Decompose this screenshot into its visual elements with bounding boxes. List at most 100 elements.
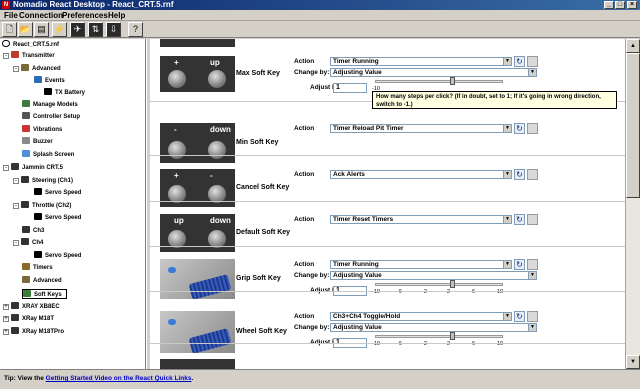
refresh-icon[interactable]: ↻ bbox=[514, 311, 525, 322]
menu-connection[interactable]: Connection bbox=[19, 11, 63, 20]
reset-icon[interactable] bbox=[527, 56, 538, 67]
softkey-name: Max Soft Key bbox=[236, 70, 280, 77]
action-select[interactable]: Ack Alerts ▼ bbox=[330, 170, 512, 179]
tree-item[interactable]: Soft Keys bbox=[22, 289, 67, 299]
menu-help[interactable]: Help bbox=[108, 11, 125, 20]
tree-root[interactable]: React_CRT.5.rnf bbox=[2, 40, 59, 50]
tree-item[interactable]: Servo Speed bbox=[34, 251, 81, 261]
scroll-down-icon[interactable]: ▼ bbox=[626, 355, 640, 369]
reset-icon[interactable] bbox=[527, 259, 538, 270]
action-select[interactable]: Timer Running ▼ bbox=[330, 57, 512, 66]
adjust-slider[interactable] bbox=[375, 332, 503, 340]
tree-item[interactable]: - Ch4 bbox=[13, 238, 43, 248]
transmitter-icon[interactable]: ✈ bbox=[70, 22, 85, 37]
expand-icon[interactable]: - bbox=[3, 165, 9, 171]
maximize-button[interactable]: □ bbox=[615, 1, 625, 9]
menu-file[interactable]: File bbox=[4, 11, 18, 20]
action-select[interactable]: Timer Running ▼ bbox=[330, 260, 512, 269]
chevron-down-icon[interactable]: ▼ bbox=[503, 216, 511, 223]
tree-item[interactable]: Servo Speed bbox=[34, 188, 81, 198]
chevron-down-icon[interactable]: ▼ bbox=[503, 58, 511, 65]
slider-thumb[interactable] bbox=[449, 332, 455, 340]
scroll-up-icon[interactable]: ▲ bbox=[626, 39, 640, 53]
tree-item[interactable]: + XRay M18T bbox=[3, 314, 54, 324]
tree-item[interactable]: + XRAY XB8EC bbox=[3, 302, 60, 312]
tree-item[interactable]: Timers bbox=[22, 263, 53, 273]
chevron-down-icon[interactable]: ▼ bbox=[528, 69, 536, 76]
tree-item[interactable]: TX Battery bbox=[44, 88, 85, 98]
reset-icon[interactable] bbox=[527, 123, 538, 134]
tree-item[interactable]: - Jammin CRT.5 bbox=[3, 163, 63, 173]
change-by-select[interactable]: Adjusting Value ▼ bbox=[330, 68, 537, 77]
expand-icon[interactable]: - bbox=[13, 240, 19, 246]
refresh-icon[interactable]: ↻ bbox=[514, 56, 525, 67]
open-folder-icon[interactable]: 📂 bbox=[18, 22, 33, 37]
minimize-button[interactable]: _ bbox=[604, 1, 614, 9]
action-value: Timer Running bbox=[333, 261, 379, 268]
getting-started-link[interactable]: Getting Started Video on the React Quick… bbox=[46, 375, 192, 382]
change-by-select[interactable]: Adjusting Value ▼ bbox=[330, 271, 537, 280]
new-file-icon[interactable]: 🗋 bbox=[2, 22, 17, 37]
tree-item[interactable]: - Transmitter bbox=[3, 51, 55, 61]
scroll-thumb[interactable] bbox=[626, 53, 640, 198]
slider-thumb[interactable] bbox=[449, 280, 455, 288]
reset-icon[interactable] bbox=[527, 214, 538, 225]
action-select[interactable]: Timer Reset Timers ▼ bbox=[330, 215, 512, 224]
chevron-down-icon[interactable]: ▼ bbox=[503, 261, 511, 268]
tree-item[interactable]: Controller Setup bbox=[22, 112, 80, 122]
refresh-icon[interactable]: ↻ bbox=[514, 214, 525, 225]
status-suffix: . bbox=[191, 375, 194, 382]
menu-preferences[interactable]: Preferences bbox=[62, 11, 108, 20]
adjust-slider[interactable] bbox=[375, 280, 503, 288]
action-select[interactable]: Ch3+Ch4 Toggle/Hold ▼ bbox=[330, 312, 512, 321]
help-icon[interactable]: ? bbox=[128, 22, 143, 37]
tree-item[interactable]: + XRay M18TPro bbox=[3, 327, 64, 337]
tree-item[interactable]: - Throttle (Ch2) bbox=[13, 201, 71, 211]
adjust-by-input[interactable]: 1 bbox=[333, 83, 367, 93]
channel-icon bbox=[22, 226, 30, 233]
tree-item[interactable]: Buzzer bbox=[22, 137, 53, 147]
tree-item[interactable]: Servo Speed bbox=[34, 213, 81, 223]
change-by-select[interactable]: Adjusting Value ▼ bbox=[330, 323, 537, 332]
tree-item[interactable]: - Advanced bbox=[13, 64, 61, 74]
download-icon[interactable]: ⇩ bbox=[106, 22, 121, 37]
refresh-icon[interactable]: ↻ bbox=[514, 169, 525, 180]
chevron-down-icon[interactable]: ▼ bbox=[503, 125, 511, 132]
action-select[interactable]: Timer Reload Pit Timer ▼ bbox=[330, 124, 512, 133]
close-button[interactable]: × bbox=[627, 1, 637, 9]
reset-icon[interactable] bbox=[527, 311, 538, 322]
chevron-down-icon[interactable]: ▼ bbox=[503, 313, 511, 320]
expand-icon[interactable]: - bbox=[13, 178, 19, 184]
tree-item[interactable]: Manage Models bbox=[22, 100, 78, 110]
expand-icon[interactable]: + bbox=[3, 329, 9, 335]
chevron-down-icon[interactable]: ▼ bbox=[503, 171, 511, 178]
tree-item[interactable]: Vibrations bbox=[22, 125, 62, 135]
connect-icon[interactable]: ⚡ bbox=[52, 22, 67, 37]
tree-item[interactable]: Advanced bbox=[22, 276, 62, 286]
expand-icon[interactable]: + bbox=[3, 316, 9, 322]
chevron-down-icon[interactable]: ▼ bbox=[528, 272, 536, 279]
refresh-icon[interactable]: ↻ bbox=[514, 123, 525, 134]
tooltip: How many steps per click? (If in doubt, … bbox=[372, 91, 617, 109]
adjust-slider[interactable] bbox=[375, 77, 503, 85]
slider-thumb[interactable] bbox=[449, 77, 455, 85]
expand-icon[interactable]: - bbox=[13, 66, 19, 72]
expand-icon[interactable]: + bbox=[3, 304, 9, 310]
change-by-label: Change by: bbox=[294, 69, 330, 76]
tree-item[interactable]: Splash Screen bbox=[22, 150, 74, 160]
chevron-down-icon[interactable]: ▼ bbox=[528, 324, 536, 331]
models-icon bbox=[22, 100, 30, 107]
tree-item-label: Events bbox=[45, 78, 65, 84]
vertical-scrollbar[interactable]: ▲ ▼ bbox=[625, 39, 640, 369]
reset-icon[interactable] bbox=[527, 169, 538, 180]
tree-item[interactable]: - Steering (Ch1) bbox=[13, 176, 73, 186]
tree-item[interactable]: Ch3 bbox=[22, 226, 44, 236]
status-bar: Tip: View the Getting Started Video on t… bbox=[0, 369, 640, 389]
action-value: Timer Reload Pit Timer bbox=[333, 125, 404, 132]
refresh-icon[interactable]: ↻ bbox=[514, 259, 525, 270]
expand-icon[interactable]: - bbox=[13, 203, 19, 209]
save-icon[interactable]: ▤ bbox=[34, 22, 49, 37]
sync-icon[interactable]: ⇅ bbox=[88, 22, 103, 37]
tree-item[interactable]: Events bbox=[34, 76, 65, 86]
expand-icon[interactable]: - bbox=[3, 53, 9, 59]
